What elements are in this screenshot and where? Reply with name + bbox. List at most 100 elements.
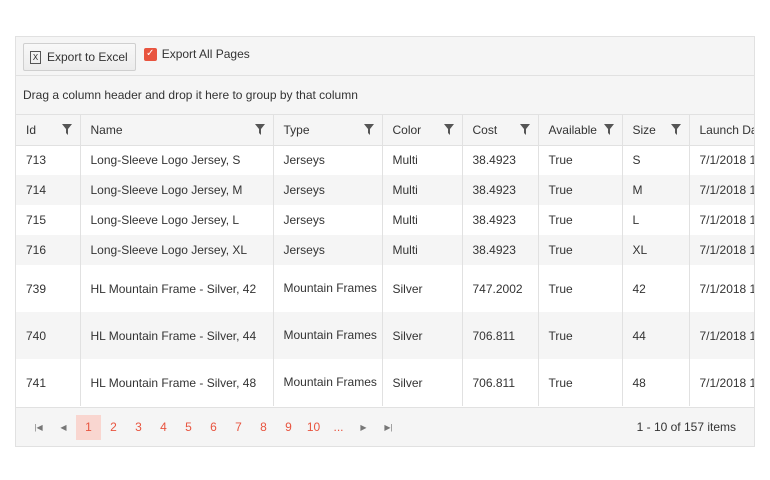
next-page-icon[interactable]: ▶ — [351, 423, 376, 432]
cell-color: Multi — [382, 145, 463, 175]
filter-icon[interactable] — [443, 124, 454, 136]
last-page-icon[interactable]: ▶| — [376, 423, 401, 432]
first-page-icon[interactable]: |◀ — [26, 423, 51, 432]
column-header-color[interactable]: Color — [382, 115, 463, 146]
cell-type: Jerseys — [273, 205, 383, 235]
page-3-button[interactable]: 3 — [126, 415, 151, 440]
column-header-label: Color — [392, 122, 422, 137]
page-5-button[interactable]: 5 — [176, 415, 201, 440]
cell-size: 48 — [622, 359, 690, 406]
cell-available: True — [538, 265, 623, 312]
page-4-button[interactable]: 4 — [151, 415, 176, 440]
filter-icon[interactable] — [603, 124, 614, 136]
filter-icon[interactable] — [363, 124, 374, 136]
cell-color: Silver — [382, 265, 463, 312]
cell-color: Silver — [382, 312, 463, 359]
data-grid: X Export to Excel ✓ Export All Pages Dra… — [15, 36, 755, 447]
column-header-size[interactable]: Size — [622, 115, 690, 146]
cell-id: 716 — [16, 235, 81, 265]
pager-info: 1 - 10 of 157 items — [636, 420, 736, 434]
table-row[interactable]: 713 Long-Sleeve Logo Jersey, S Jerseys M… — [16, 145, 754, 175]
cell-id: 713 — [16, 145, 81, 175]
cell-cost: 38.4923 — [462, 145, 539, 175]
cell-cost: 706.811 — [462, 359, 539, 406]
cell-id: 739 — [16, 265, 81, 312]
page-8-button[interactable]: 8 — [251, 415, 276, 440]
page-6-button[interactable]: 6 — [201, 415, 226, 440]
cell-name: Long-Sleeve Logo Jersey, L — [80, 205, 274, 235]
export-all-pages-checkbox[interactable]: ✓ — [143, 47, 157, 61]
export-all-pages-label: Export All Pages — [161, 47, 250, 61]
cell-available: True — [538, 312, 623, 359]
cell-size: L — [622, 205, 690, 235]
table-row[interactable]: 714 Long-Sleeve Logo Jersey, M Jerseys M… — [16, 175, 754, 205]
column-header-label: Size — [632, 122, 656, 137]
table-row[interactable]: 740 HL Mountain Frame - Silver, 44 Mount… — [16, 312, 754, 359]
cell-color: Silver — [382, 359, 463, 406]
cell-color: Multi — [382, 175, 463, 205]
cell-cost: 747.2002 — [462, 265, 539, 312]
page-2-button[interactable]: 2 — [101, 415, 126, 440]
page-1-button[interactable]: 1 — [76, 414, 101, 440]
table-row[interactable]: 741 HL Mountain Frame - Silver, 48 Mount… — [16, 359, 754, 406]
cell-launch-date: 7/1/2018 1 — [689, 265, 754, 312]
cell-type: Mountain Frames — [273, 312, 383, 359]
previous-page-icon[interactable]: ◀ — [51, 423, 76, 432]
cell-name: Long-Sleeve Logo Jersey, XL — [80, 235, 274, 265]
cell-size: 44 — [622, 312, 690, 359]
cell-available: True — [538, 359, 623, 406]
page-9-button[interactable]: 9 — [276, 415, 301, 440]
column-header-type[interactable]: Type — [273, 115, 383, 146]
table-row[interactable]: 739 HL Mountain Frame - Silver, 42 Mount… — [16, 265, 754, 312]
cell-color: Multi — [382, 235, 463, 265]
export-to-excel-button[interactable]: X Export to Excel — [23, 43, 136, 71]
cell-cost: 38.4923 — [462, 175, 539, 205]
column-header-label: Available — [548, 122, 597, 137]
cell-name: Long-Sleeve Logo Jersey, S — [80, 145, 274, 175]
cell-launch-date: 7/1/2018 1 — [689, 145, 754, 175]
column-header-label: Cost — [472, 122, 498, 137]
table-row[interactable]: 715 Long-Sleeve Logo Jersey, L Jerseys M… — [16, 205, 754, 235]
cell-available: True — [538, 175, 623, 205]
cell-size: S — [622, 145, 690, 175]
filter-icon[interactable] — [61, 124, 72, 136]
column-header-name[interactable]: Name — [80, 115, 274, 146]
cell-name: HL Mountain Frame - Silver, 48 — [80, 359, 274, 406]
page-10-button[interactable]: 10 — [301, 415, 326, 440]
export-to-excel-label: Export to Excel — [47, 50, 128, 64]
cell-name: HL Mountain Frame - Silver, 44 — [80, 312, 274, 359]
column-header-id[interactable]: Id — [16, 115, 81, 146]
grid-toolbar: X Export to Excel ✓ Export All Pages — [16, 37, 754, 76]
cell-launch-date: 7/1/2018 1 — [689, 205, 754, 235]
cell-cost: 38.4923 — [462, 235, 539, 265]
filter-icon[interactable] — [670, 124, 681, 136]
cell-available: True — [538, 235, 623, 265]
column-header-cost[interactable]: Cost — [462, 115, 539, 146]
cell-available: True — [538, 145, 623, 175]
table-row[interactable]: 716 Long-Sleeve Logo Jersey, XL Jerseys … — [16, 235, 754, 265]
column-header-launch-date[interactable]: Launch Date — [689, 115, 754, 146]
grid-table: Id Name Type Color Cost Available Size L… — [16, 115, 754, 406]
cell-name: Long-Sleeve Logo Jersey, M — [80, 175, 274, 205]
filter-icon[interactable] — [254, 124, 265, 136]
cell-cost: 706.811 — [462, 312, 539, 359]
column-header-available[interactable]: Available — [538, 115, 623, 146]
export-all-pages-option[interactable]: ✓ Export All Pages — [143, 47, 250, 61]
cell-type: Mountain Frames — [273, 265, 383, 312]
column-header-label: Type — [283, 122, 310, 137]
filter-icon[interactable] — [519, 124, 530, 136]
column-header-label: Name — [90, 122, 123, 137]
column-header-label: Id — [26, 122, 37, 137]
grid-pager: |◀ ◀ 1 2 3 4 5 6 7 8 9 10 ... ▶ ▶| 1 - 1… — [16, 407, 754, 446]
cell-color: Multi — [382, 205, 463, 235]
more-pages-button[interactable]: ... — [326, 415, 351, 440]
cell-id: 741 — [16, 359, 81, 406]
group-drop-hint: Drag a column header and drop it here to… — [23, 88, 358, 102]
cell-id: 715 — [16, 205, 81, 235]
cell-type: Jerseys — [273, 145, 383, 175]
excel-icon: X — [30, 50, 41, 64]
page-7-button[interactable]: 7 — [226, 415, 251, 440]
cell-id: 740 — [16, 312, 81, 359]
cell-id: 714 — [16, 175, 81, 205]
group-drop-area[interactable]: Drag a column header and drop it here to… — [16, 76, 754, 115]
